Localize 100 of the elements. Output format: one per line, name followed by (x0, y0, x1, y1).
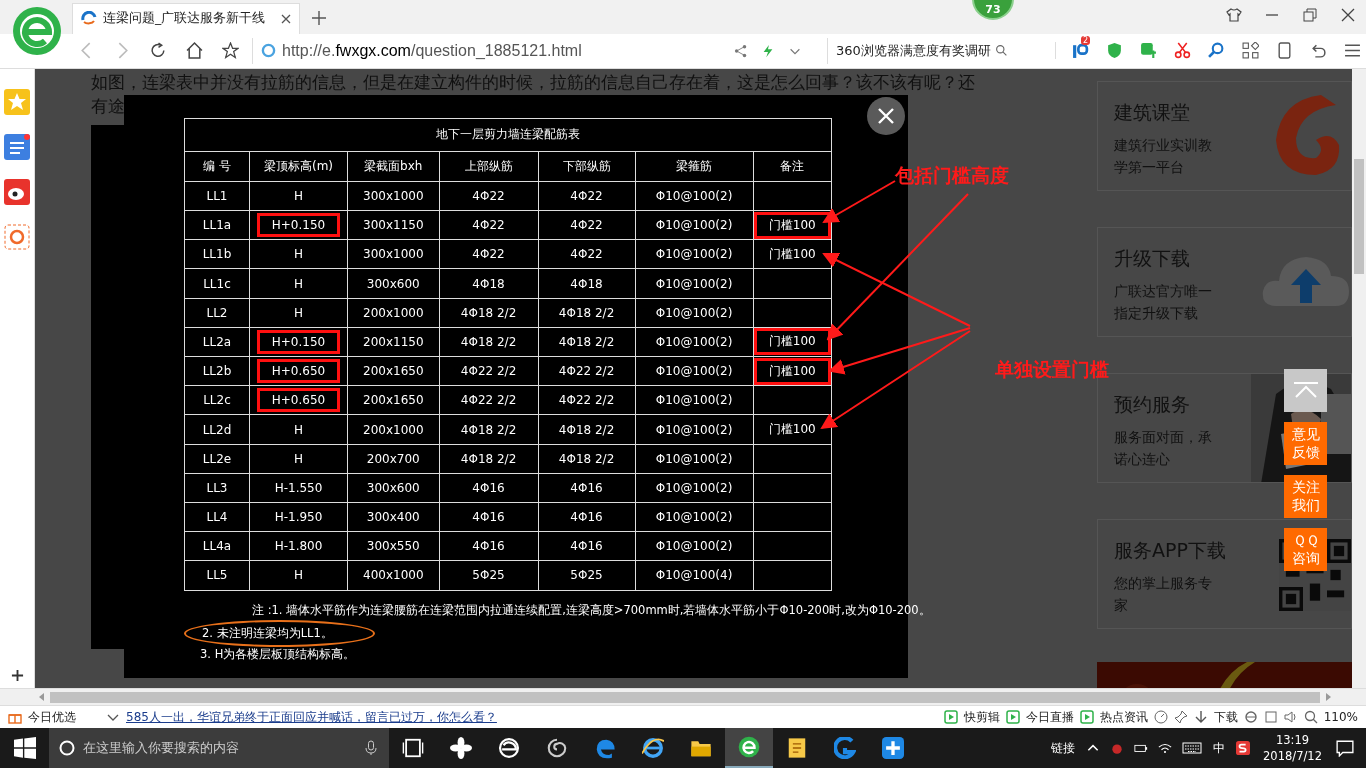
table-note: 3. H为各楼层板顶结构标高。 (200, 646, 356, 662)
tab-title: 连梁问题_广联达服务新干线 (103, 10, 267, 28)
table-cell: LL2c (184, 385, 250, 415)
table-cell: 200x1000 (347, 414, 440, 445)
table-cell: 300x550 (347, 531, 440, 561)
table-cell: 4Φ18 2/2 (538, 327, 636, 357)
status-link[interactable]: 今日直播 (1025, 708, 1074, 726)
table-cell: Φ10@100(2) (635, 298, 754, 328)
table-cell: Φ10@100(2) (635, 414, 754, 445)
annotation-text: 包括门槛高度 (895, 162, 1009, 188)
table-cell: 4Φ22 (439, 210, 539, 240)
table-cell: Φ10@100(4) (635, 560, 754, 591)
table-cell: H-1.800 (249, 531, 348, 561)
news-link[interactable]: 585人一出，华谊兄弟终于正面回应并喊话，留言已过万，你怎么看？ (126, 708, 497, 726)
table-cell: Φ10@100(2) (635, 473, 754, 503)
column-header: 梁截面bxh (347, 151, 440, 182)
column-header: 备注 (753, 151, 832, 182)
table-title: 地下一层剪力墙连梁配筋表 (184, 118, 832, 152)
table-cell: Φ10@100(2) (635, 239, 754, 269)
table-cell: 200x1650 (347, 385, 440, 415)
table-cell: LL5 (184, 560, 250, 591)
table-cell: LL2e (184, 444, 250, 474)
table-cell: H (249, 181, 348, 211)
table-cell: 400x1000 (347, 560, 440, 591)
status-link[interactable]: 热点资讯 (1099, 708, 1148, 726)
taskbar-search-field[interactable]: 在这里输入你要搜索的内容 (49, 728, 389, 768)
table-note: 注 :1. 墙体水平筋作为连梁腰筋在连梁范围内拉通连续配置,连梁高度>700mm时,若墙体水平筋小于Φ10-200时,改为Φ10-200。 (252, 602, 931, 618)
column-header: 下部纵筋 (538, 151, 636, 182)
table-cell: 4Φ16 (538, 502, 636, 532)
table-cell: H (249, 268, 348, 299)
table-cell: 4Φ16 (439, 531, 539, 561)
table-cell: 4Φ18 2/2 (439, 414, 539, 445)
table-cell: 200x1000 (347, 298, 440, 328)
table-cell: LL1b (184, 239, 250, 269)
table-cell: 门槛100 (753, 327, 832, 357)
status-link[interactable]: 下载 (1213, 708, 1238, 726)
table-cell: H (249, 298, 348, 328)
table-cell: 4Φ22 (538, 181, 636, 211)
table-cell: H-1.550 (249, 473, 348, 503)
table-cell: 300x600 (347, 473, 440, 503)
clock-date[interactable]: 2018/7/12 (1263, 748, 1322, 764)
table-cell: 4Φ16 (439, 473, 539, 503)
clock-time[interactable]: 13:19 (1275, 732, 1310, 748)
table-cell: H (249, 239, 348, 269)
table-cell: LL2 (184, 298, 250, 328)
browser-tab[interactable]: 连梁问题_广联达服务新干线 (72, 2, 300, 34)
table-cell: LL2a (184, 327, 250, 357)
extension-badge: 2 (1081, 36, 1091, 46)
table-cell: 4Φ18 2/2 (538, 298, 636, 328)
table-cell: 4Φ18 2/2 (439, 444, 539, 474)
table-cell: 4Φ22 (439, 181, 539, 211)
status-link[interactable]: 快剪辑 (963, 708, 1000, 726)
column-header: 上部纵筋 (439, 151, 539, 182)
table-cell: H+0.650 (249, 385, 348, 415)
table-cell: LL4a (184, 531, 250, 561)
table-cell: LL4 (184, 502, 250, 532)
table-cell: 门槛100 (753, 356, 832, 386)
table-cell: 4Φ18 2/2 (439, 298, 539, 328)
table-cell: LL1a (184, 210, 250, 240)
table-cell: 4Φ22 (439, 239, 539, 269)
table-cell: 4Φ22 (538, 239, 636, 269)
table-cell: 4Φ22 2/2 (538, 356, 636, 386)
table-cell: 4Φ16 (538, 531, 636, 561)
table-cell: Φ10@100(2) (635, 356, 754, 386)
search-field[interactable]: 360浏览器满意度有奖调研 (827, 37, 1022, 64)
table-cell: LL1c (184, 268, 250, 299)
status-link[interactable]: 今日优选 (28, 708, 76, 726)
table-cell: 4Φ16 (439, 502, 539, 532)
table-cell: 4Φ18 2/2 (439, 327, 539, 357)
address-field[interactable]: http://e.fwxgx.com/question_1885121.html (252, 37, 721, 64)
table-cell: H+0.650 (249, 356, 348, 386)
table-cell: 4Φ22 2/2 (538, 385, 636, 415)
table-cell: Φ10@100(2) (635, 327, 754, 357)
table-cell: 300x1000 (347, 239, 440, 269)
table-cell: 4Φ22 (538, 210, 636, 240)
table-cell: Φ10@100(2) (635, 531, 754, 561)
table-cell: 门槛100 (753, 414, 832, 445)
column-header: 梁顶标高(m) (249, 151, 348, 182)
table-cell: 200x700 (347, 444, 440, 474)
table-cell: 4Φ18 (439, 268, 539, 299)
table-note: 2. 未注明连梁均为LL1。 (184, 619, 375, 647)
table-cell: LL1 (184, 181, 250, 211)
column-header: 梁箍筋 (635, 151, 754, 182)
table-cell: H-1.950 (249, 502, 348, 532)
column-header: 编 号 (184, 151, 250, 182)
table-cell: 5Φ25 (538, 560, 636, 591)
table-cell: LL2d (184, 414, 250, 445)
zoom-level[interactable]: 110% (1323, 710, 1358, 724)
table-cell: H (249, 444, 348, 474)
url-text: http://e.fwxgx.com/question_1885121.html (282, 41, 582, 60)
table-cell: 300x600 (347, 268, 440, 299)
table-cell: Φ10@100(2) (635, 444, 754, 474)
table-cell: 300x1000 (347, 181, 440, 211)
ime-indicator[interactable]: 中 (1213, 739, 1226, 757)
table-cell: Φ10@100(2) (635, 181, 754, 211)
table-cell: 4Φ18 2/2 (538, 414, 636, 445)
table-cell: 门槛100 (753, 210, 832, 240)
tray-text[interactable]: 链接 (1051, 739, 1076, 757)
table-cell: H (249, 414, 348, 445)
table-cell: 4Φ16 (538, 473, 636, 503)
